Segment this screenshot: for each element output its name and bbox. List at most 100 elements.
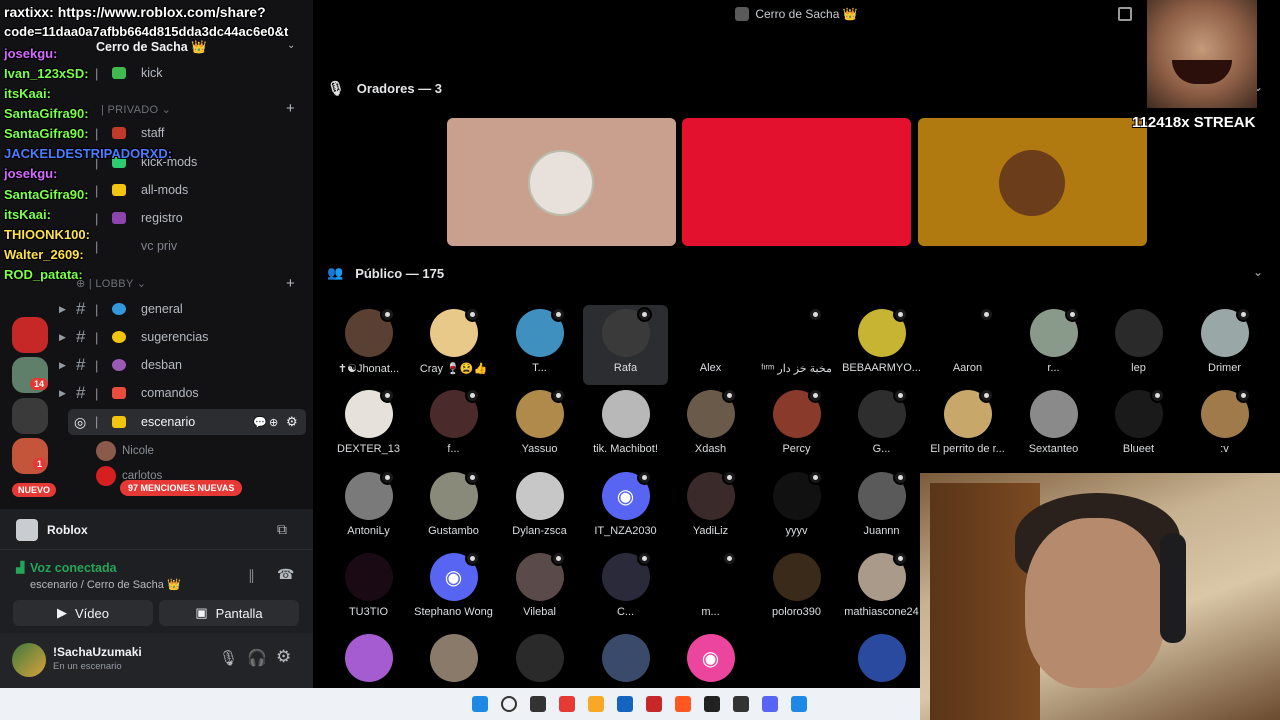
audience-member[interactable]: Xdash [668, 386, 753, 466]
settings-icon[interactable]: ⚙ [286, 414, 298, 430]
mic-icon[interactable]: 🎙 [219, 649, 238, 667]
avatar [1114, 309, 1163, 357]
audience-name: Rafa [613, 362, 638, 374]
opera-icon[interactable] [559, 696, 575, 712]
audience-member[interactable]: Rafa [583, 305, 668, 385]
audience-member[interactable]: Gustambo [411, 468, 496, 548]
speaker-tile[interactable] [682, 118, 911, 246]
audience-member[interactable]: ◉ IT_NZA2030 [583, 468, 668, 548]
audience-member[interactable]: YadiLiz [668, 468, 753, 548]
video-button[interactable]: ▶ Vídeo [13, 600, 153, 626]
mentions-pill[interactable]: 97 MENCIONES NUEVAS [120, 480, 243, 496]
audience-member[interactable]: :v [1182, 386, 1267, 466]
folder-icon[interactable] [588, 696, 604, 712]
audience-member[interactable]: BEBAARMYO... [839, 305, 924, 385]
muted-mic-icon [807, 470, 823, 485]
audience-member[interactable]: Vilebal [497, 549, 582, 629]
audience-member[interactable]: mathiascone24 [839, 549, 924, 629]
channel-emoji-icon [112, 303, 126, 315]
new-pill[interactable]: NUEVO [12, 483, 57, 497]
disconnect-icon[interactable]: ☎ [277, 566, 294, 583]
audience-member[interactable]: Aaron [925, 305, 1010, 385]
speaker-tile[interactable] [918, 118, 1147, 246]
audience-member[interactable]: Dylan-zsca [497, 468, 582, 548]
audience-name: BEBAARMYO... [842, 362, 921, 374]
chevron-right-icon: ▶ [59, 331, 66, 342]
audience-member[interactable]: G... [839, 386, 924, 466]
audience-member[interactable]: lep [1096, 305, 1181, 385]
avatar [1200, 307, 1251, 357]
speaker-tile[interactable] [447, 118, 676, 246]
voice-status[interactable]: Voz conectada [30, 561, 117, 575]
audience-member[interactable]: Sextanteo [1011, 386, 1096, 466]
task-view-icon[interactable] [530, 696, 546, 712]
audience-member[interactable]: yyyv [754, 468, 839, 548]
avatar [686, 309, 735, 357]
terminal-icon[interactable] [704, 696, 720, 712]
audience-member[interactable]: Yassuo [497, 386, 582, 466]
activity-icon[interactable]: ⧉ [277, 521, 287, 538]
headphones-icon[interactable]: 🎧 [247, 648, 267, 668]
video-icon: ▶ [57, 605, 67, 620]
audience-member[interactable]: m... [668, 549, 753, 629]
audience-name: lep [1131, 362, 1146, 374]
muted-mic-icon [892, 551, 908, 566]
account-name[interactable]: !SachaUzumaki [53, 645, 142, 659]
audience-member[interactable]: tik. Machibot! [583, 386, 668, 466]
windows-icon[interactable] [472, 696, 488, 712]
audience-member[interactable]: TU3TIO [326, 549, 411, 629]
audience-member[interactable]: Cray 🍷😫👍 [411, 305, 496, 385]
brave-icon[interactable] [675, 696, 691, 712]
avatar [515, 307, 566, 357]
screen-icon: ▣ [195, 605, 208, 620]
server-name[interactable]: Cerro de Sacha 👑 [96, 40, 207, 55]
add-member-icon[interactable]: ⊕ [269, 416, 278, 429]
audience-member[interactable]: C... [583, 549, 668, 629]
channel-general[interactable]: ▶ # | general [0, 296, 313, 322]
chevron-down-icon[interactable]: ⌄ [287, 40, 295, 51]
add-channel-icon[interactable]: + [286, 100, 295, 117]
stage-user[interactable]: Nicole [96, 441, 154, 461]
discord-icon[interactable] [762, 696, 778, 712]
screen-share-button[interactable]: ▣ Pantalla [159, 600, 299, 626]
audience-member[interactable]: Juannn [839, 468, 924, 548]
app-icon[interactable] [646, 696, 662, 712]
avatar: ◉ [686, 634, 735, 682]
add-channel-icon[interactable]: + [286, 275, 295, 292]
channel-desban[interactable]: ▶ # | desban [0, 352, 313, 378]
inbox-icon[interactable] [1118, 7, 1132, 21]
audience-member[interactable]: ◉ Stephano Wong [411, 549, 496, 629]
app2-icon[interactable] [791, 696, 807, 712]
audience-member[interactable]: poloro390 [754, 549, 839, 629]
voice-location[interactable]: escenario / Cerro de Sacha 👑 [30, 578, 181, 591]
audience-member[interactable]: ᶠᶦʳᵐ مخبة خز دار [754, 305, 839, 385]
channel-comandos[interactable]: ▶ # | comandos [0, 380, 313, 406]
audience-member[interactable]: Percy [754, 386, 839, 466]
audience-member[interactable]: Alex [668, 305, 753, 385]
obs-icon[interactable] [733, 696, 749, 712]
channel-sugerencias[interactable]: ▶ # | sugerencias [0, 324, 313, 350]
chat-message: itsKaai: [4, 207, 51, 222]
notepad-icon[interactable] [617, 696, 633, 712]
noise-suppression-icon[interactable]: ∥ [248, 567, 255, 584]
chat-message: itsKaai: [4, 86, 51, 101]
channel-escenario-active[interactable]: ◎ | escenario 💬 ⊕ ⚙ [68, 409, 306, 435]
audience-member[interactable]: r... [1011, 305, 1096, 385]
audience-member[interactable]: Bluеet [1096, 386, 1181, 466]
audience-member[interactable]: Drimer [1182, 305, 1267, 385]
muted-mic-icon [807, 388, 823, 403]
category-lobby[interactable]: ⊕ | LOBBY ⌄ [76, 277, 146, 290]
category-privado[interactable]: | PRIVADO ⌄ [101, 103, 171, 116]
audience-member[interactable]: T... [497, 305, 582, 385]
avatar[interactable] [12, 643, 46, 677]
audience-member[interactable]: f... [411, 386, 496, 466]
audience-member[interactable]: AntoniLy [326, 468, 411, 548]
audience-member[interactable]: ✝︎☯︎Jhonat... [326, 305, 411, 385]
search-icon[interactable] [501, 696, 517, 712]
collapse-chevron-icon[interactable]: ⌄ [1253, 265, 1263, 279]
audience-name: Bluеet [1122, 443, 1155, 455]
user-settings-icon[interactable]: ⚙ [276, 647, 291, 667]
audience-member[interactable]: El perrito de r... [925, 386, 1010, 466]
audience-member[interactable]: DEXTER_13 [326, 386, 411, 466]
chat-bubble-icon[interactable]: 💬 [253, 416, 267, 429]
